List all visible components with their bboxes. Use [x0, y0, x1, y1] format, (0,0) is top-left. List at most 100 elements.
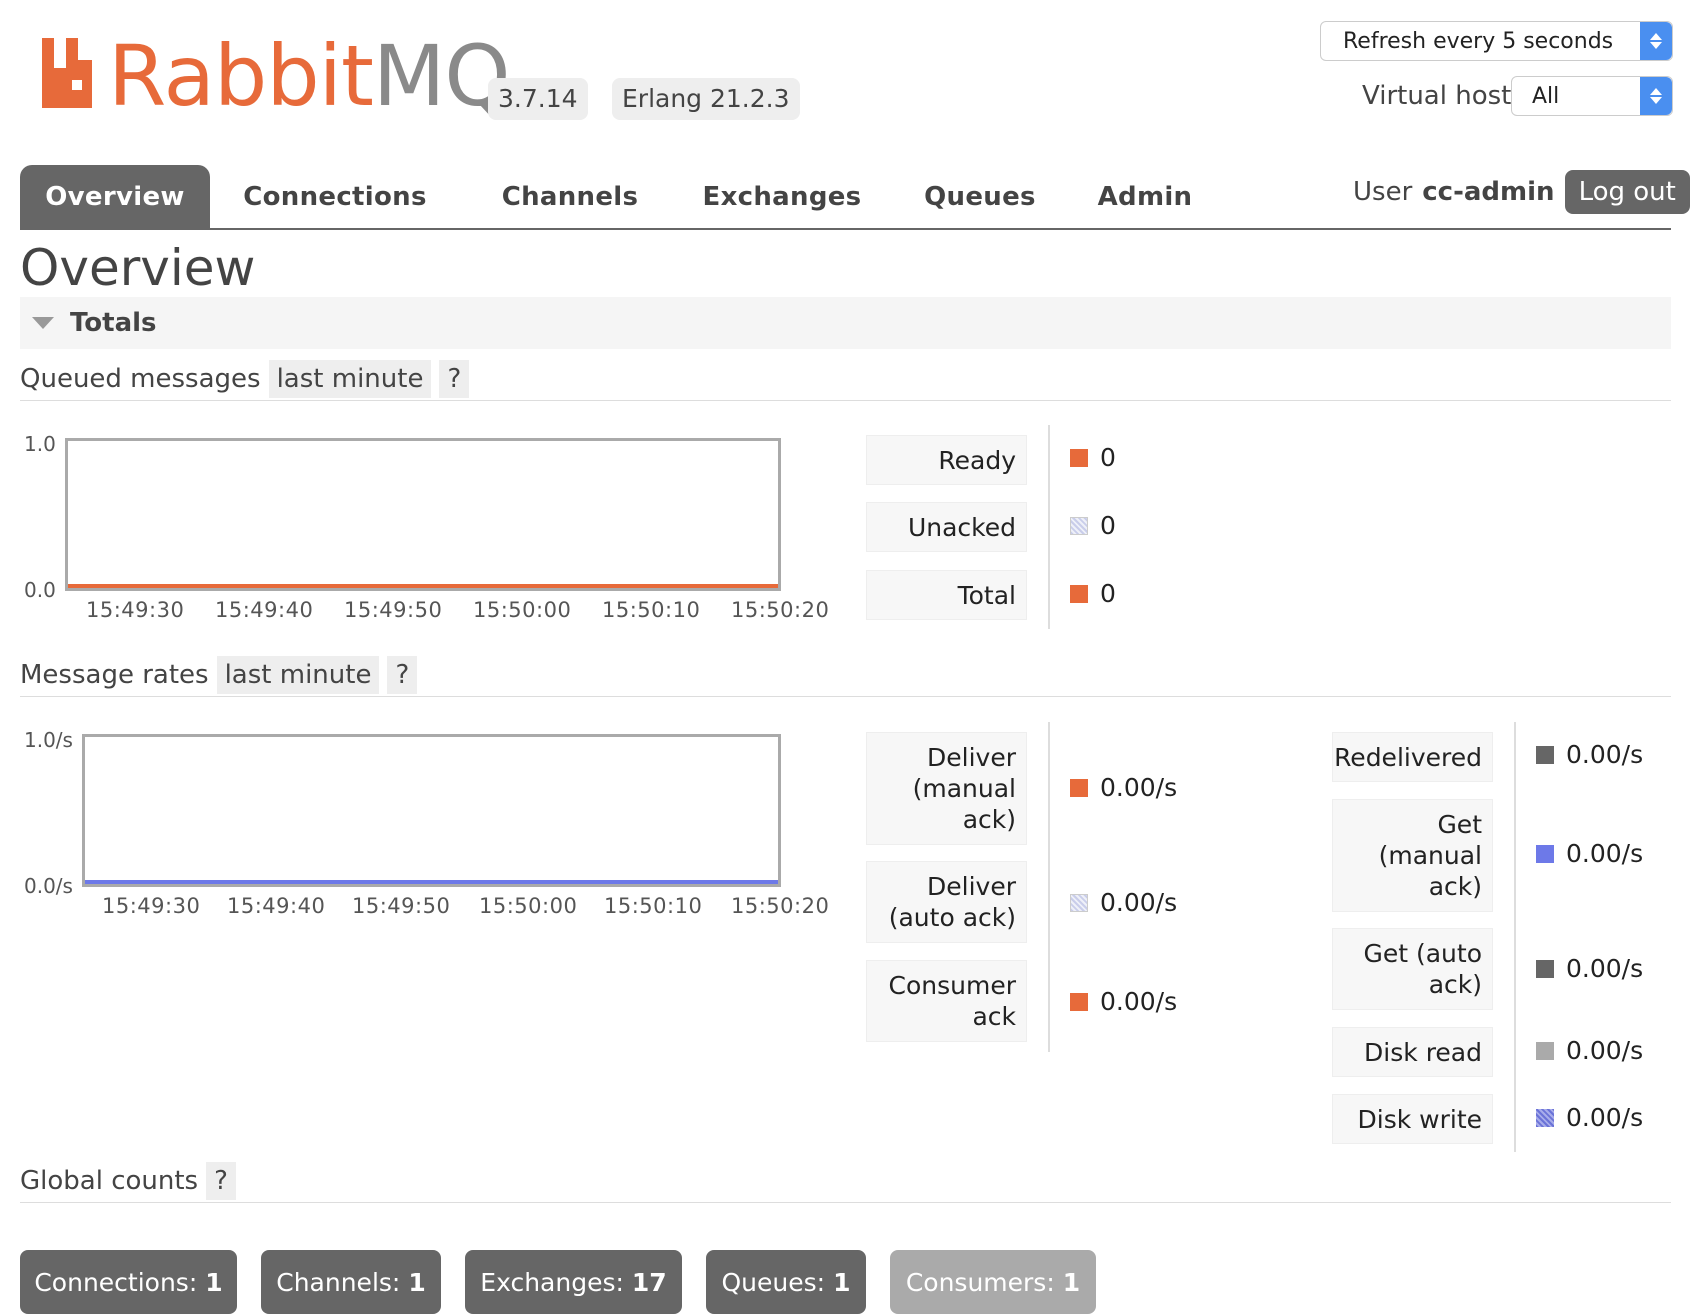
queued-x-tick: 15:50:00 [473, 598, 572, 622]
queued-series-line [68, 584, 778, 588]
count-label: Exchanges: [480, 1267, 624, 1297]
exchanges-count-button[interactable]: Exchanges: 17 [465, 1250, 682, 1314]
count-value: 17 [631, 1267, 667, 1297]
rates-help-button[interactable]: ? [387, 656, 418, 694]
get-manual-ack-value: 0.00/s [1536, 839, 1643, 868]
page-title: Overview [20, 239, 256, 297]
count-label: Queues: [721, 1267, 826, 1297]
select-arrows-icon [1640, 22, 1672, 60]
channels-count-button[interactable]: Channels: 1 [261, 1250, 441, 1314]
unacked-value: 0 [1070, 511, 1116, 540]
logo-text-rabbit: Rabbit [108, 27, 374, 125]
rates-y-max-label: 1.0/s [24, 728, 73, 752]
queued-x-tick: 15:50:10 [602, 598, 701, 622]
disk-read-swatch [1536, 1041, 1554, 1060]
connections-count-button[interactable]: Connections: 1 [20, 1250, 237, 1314]
rates-range-selector[interactable]: last minute [216, 656, 380, 694]
unacked-swatch [1070, 516, 1088, 535]
legend-redelivered[interactable]: Redelivered [1332, 732, 1493, 782]
deliver-auto-ack-rate: 0.00/s [1100, 888, 1178, 917]
legend-consumer-ack[interactable]: Consumer ack [866, 960, 1027, 1042]
get-auto-ack-swatch [1536, 959, 1554, 978]
rates-x-tick: 15:50:00 [479, 894, 578, 918]
legend-deliver-manual-ack[interactable]: Deliver (manual ack) [866, 732, 1027, 845]
count-value: 1 [1062, 1267, 1081, 1297]
count-value: 1 [833, 1267, 851, 1297]
totals-section-toggle[interactable]: Totals [20, 297, 1671, 349]
disk-write-value: 0.00/s [1536, 1103, 1643, 1132]
legend-get-auto-ack[interactable]: Get (auto ack) [1332, 928, 1493, 1010]
ready-value: 0 [1070, 443, 1116, 472]
refresh-select-value: Refresh every 5 seconds [1343, 28, 1614, 54]
legend-divider [1514, 722, 1516, 1152]
totals-label: Totals [70, 308, 157, 338]
user-name: cc-admin [1422, 177, 1555, 207]
queued-range-selector[interactable]: last minute [268, 360, 432, 398]
rates-x-tick: 15:49:50 [352, 894, 451, 918]
queued-messages-title: Queued messages [20, 364, 261, 394]
user-area: User cc-admin Log out [1353, 170, 1690, 214]
legend-divider [1048, 722, 1050, 1052]
deliver-manual-ack-swatch [1070, 778, 1088, 797]
legend-unacked[interactable]: Unacked [866, 502, 1027, 552]
legend-get-manual-ack[interactable]: Get (manual ack) [1332, 799, 1493, 912]
tab-overview[interactable]: Overview [20, 165, 210, 228]
queued-x-tick: 15:50:20 [731, 598, 830, 622]
consumers-count-button[interactable]: Consumers: 1 [890, 1250, 1096, 1314]
logout-button[interactable]: Log out [1564, 170, 1690, 214]
count-label: Channels: [276, 1267, 401, 1297]
vhost-select-value: All [1532, 83, 1560, 109]
rabbitmq-logo-icon [42, 38, 92, 108]
total-count: 0 [1100, 579, 1116, 608]
queued-x-tick: 15:49:40 [215, 598, 314, 622]
vhost-select[interactable]: All [1511, 76, 1673, 116]
disk-read-value: 0.00/s [1536, 1036, 1643, 1065]
queued-help-button[interactable]: ? [439, 360, 470, 398]
redelivered-rate: 0.00/s [1566, 740, 1644, 769]
tab-connections[interactable]: Connections [230, 165, 440, 228]
queued-messages-header: Queued messages last minute ? [20, 360, 470, 398]
global-help-button[interactable]: ? [206, 1162, 236, 1200]
count-value: 1 [205, 1267, 223, 1297]
select-arrows-icon [1640, 77, 1672, 115]
queues-count-button[interactable]: Queues: 1 [706, 1250, 866, 1314]
count-value: 1 [408, 1267, 426, 1297]
refresh-select[interactable]: Refresh every 5 seconds [1320, 21, 1673, 61]
total-swatch [1070, 584, 1088, 603]
legend-total[interactable]: Total [866, 570, 1027, 620]
tab-exchanges[interactable]: Exchanges [692, 165, 872, 228]
queued-x-tick: 15:49:30 [86, 598, 185, 622]
legend-ready[interactable]: Ready [866, 435, 1027, 485]
get-auto-ack-rate: 0.00/s [1566, 954, 1644, 983]
user-label: User [1353, 177, 1413, 207]
vhost-label: Virtual host [1362, 81, 1512, 111]
message-rates-chart [82, 734, 781, 887]
queued-x-tick: 15:49:50 [344, 598, 443, 622]
global-counts-title: Global counts [20, 1166, 199, 1196]
disk-write-rate: 0.00/s [1566, 1103, 1644, 1132]
message-rates-title: Message rates [20, 660, 209, 690]
count-label: Consumers: [905, 1267, 1055, 1297]
tab-queues[interactable]: Queues [910, 165, 1050, 228]
erlang-version-badge: Erlang 21.2.3 [612, 78, 800, 120]
unacked-count: 0 [1100, 511, 1116, 540]
legend-deliver-auto-ack[interactable]: Deliver (auto ack) [866, 861, 1027, 943]
disk-read-rate: 0.00/s [1566, 1036, 1644, 1065]
version-badge: 3.7.14 [488, 78, 588, 120]
count-label: Connections: [34, 1267, 198, 1297]
consumer-ack-value: 0.00/s [1070, 987, 1177, 1016]
tab-admin[interactable]: Admin [1085, 165, 1205, 228]
rates-y-min-label: 0.0/s [24, 874, 73, 898]
legend-disk-read[interactable]: Disk read [1332, 1027, 1493, 1077]
redelivered-value: 0.00/s [1536, 740, 1643, 769]
divider [20, 696, 1671, 697]
legend-disk-write[interactable]: Disk write [1332, 1094, 1493, 1144]
rabbitmq-logo[interactable]: RabbitMQTM [42, 27, 528, 125]
rates-x-tick: 15:50:10 [604, 894, 703, 918]
rates-x-tick: 15:50:20 [731, 894, 830, 918]
consumer-ack-rate: 0.00/s [1100, 987, 1178, 1016]
queued-y-min-label: 0.0 [24, 578, 56, 602]
tab-channels[interactable]: Channels [490, 165, 650, 228]
message-rates-header: Message rates last minute ? [20, 656, 418, 694]
global-counts-header: Global counts ? [20, 1162, 236, 1200]
